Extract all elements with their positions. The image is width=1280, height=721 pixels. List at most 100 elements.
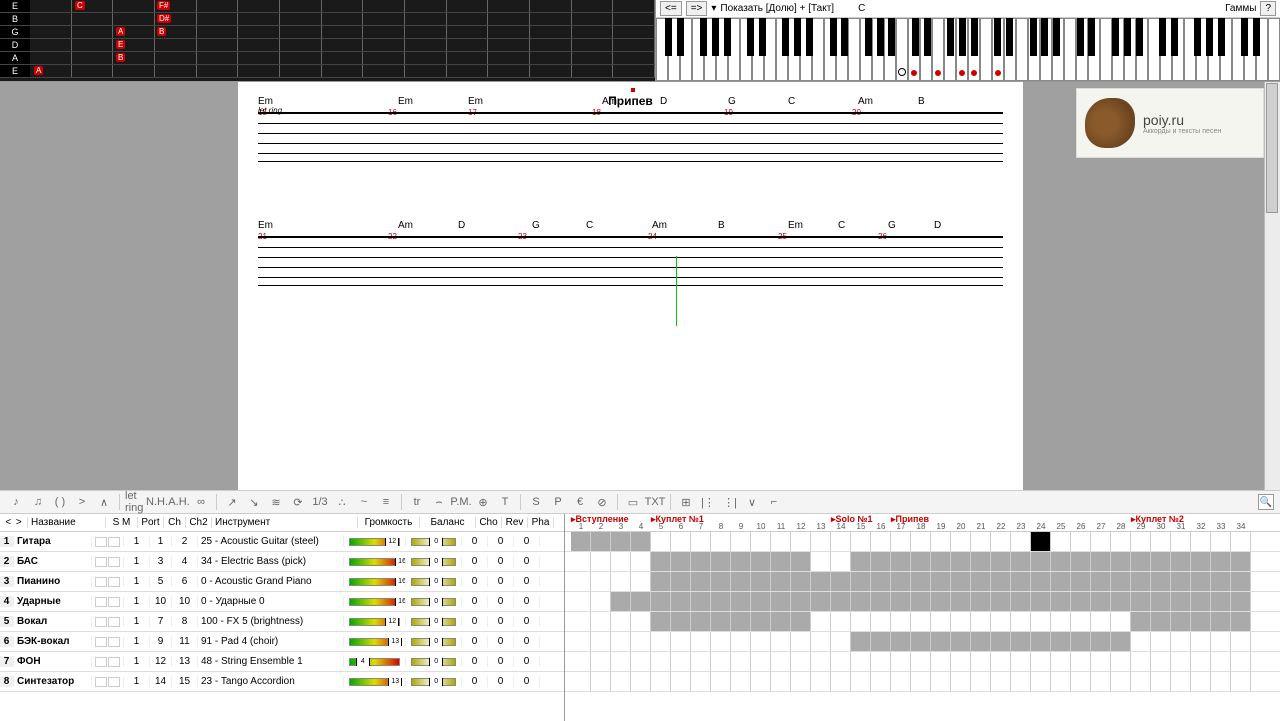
toolbar-button[interactable]: ↗ — [222, 493, 242, 511]
chord-label: Em — [398, 96, 413, 107]
fret-note: A — [116, 27, 125, 36]
logo-subtitle: Аккорды и тексты песен — [1143, 128, 1221, 135]
chord-label: G — [532, 220, 540, 231]
track-row[interactable]: 2БАС13434 - Electric Bass (pick)160000 — [0, 552, 564, 572]
toolbar-button[interactable]: |⋮ — [698, 493, 718, 511]
toolbar-button[interactable]: > — [72, 493, 92, 511]
track-row[interactable]: 7ФОН1121348 - String Ensemble 140000 — [0, 652, 564, 672]
toolbar-button[interactable]: ⟳ — [288, 493, 308, 511]
chord-label: D — [458, 220, 465, 231]
col-pha: Pha — [528, 517, 554, 528]
toolbar-button[interactable]: ≋ — [266, 493, 286, 511]
piano-prev-button[interactable]: <= — [660, 1, 682, 16]
col-balance: Баланс — [420, 517, 476, 528]
track-row[interactable]: 4Ударные110100 - Ударные 0160000 — [0, 592, 564, 612]
chord-label: Em — [258, 220, 273, 231]
chord-label: C — [586, 220, 593, 231]
tab-staff[interactable] — [258, 112, 1003, 162]
timeline-row[interactable] — [565, 672, 1280, 692]
zoom-icon[interactable]: 🔍 — [1258, 494, 1274, 510]
chord-label: B — [918, 96, 925, 107]
track-row[interactable]: 8Синтезатор1141523 - Tango Accordion1300… — [0, 672, 564, 692]
section-title: Припев — [258, 94, 1003, 108]
toolbar-button[interactable]: ∴ — [332, 493, 352, 511]
toolbar-button[interactable]: ▭ — [623, 493, 643, 511]
piano-keyboard[interactable] — [656, 18, 1280, 81]
toolbar-button[interactable]: ~ — [354, 493, 374, 511]
notation-toolbar: ♪♫( )>∧ let ringN.H.A.H.∞ ↗↘≋⟳1/3∴~≡ tr⌢P.M… — [0, 490, 1280, 514]
piano-scales-label[interactable]: Гаммы — [1225, 3, 1256, 14]
toolbar-button[interactable]: tr — [407, 493, 427, 511]
timeline-row[interactable] — [565, 532, 1280, 552]
timeline-row[interactable] — [565, 612, 1280, 632]
col-cho: Cho — [476, 517, 502, 528]
vertical-scrollbar[interactable] — [1264, 82, 1280, 490]
chord-label: G — [728, 96, 736, 107]
piano-root-note: C — [858, 3, 865, 14]
toolbar-button[interactable]: ♪ — [6, 493, 26, 511]
timeline-row[interactable] — [565, 652, 1280, 672]
toolbar-button[interactable]: € — [570, 493, 590, 511]
toolbar-button[interactable]: N.H. — [147, 493, 167, 511]
toolbar-button[interactable]: let ring — [125, 493, 145, 511]
chord-label: B — [718, 220, 725, 231]
col-ch: Ch — [164, 517, 186, 528]
tab-staff[interactable] — [258, 236, 1003, 286]
toolbar-button[interactable]: ≡ — [376, 493, 396, 511]
toolbar-button[interactable]: ⌐ — [764, 493, 784, 511]
piano-next-button[interactable]: => — [686, 1, 708, 16]
track-row[interactable]: 5Вокал178100 - FX 5 (brightness)120000 — [0, 612, 564, 632]
toolbar-button[interactable]: ⊕ — [473, 493, 493, 511]
col-instrument: Инструмент — [212, 517, 358, 528]
toolbar-button[interactable]: ♫ — [28, 493, 48, 511]
track-row[interactable]: 3Пианино1560 - Acoustic Grand Piano16000… — [0, 572, 564, 592]
track-row[interactable]: 6БЭК-вокал191191 - Pad 4 (choir)130000 — [0, 632, 564, 652]
chord-label: Am — [398, 220, 413, 231]
toolbar-button[interactable]: ∨ — [742, 493, 762, 511]
chord-label: Em — [788, 220, 803, 231]
toolbar-button[interactable]: T — [495, 493, 515, 511]
fret-note: F# — [157, 1, 170, 10]
fret-note: B — [116, 53, 125, 62]
chord-label: Am — [858, 96, 873, 107]
toolbar-button[interactable]: P — [548, 493, 568, 511]
toolbar-button[interactable]: ∞ — [191, 493, 211, 511]
toolbar-button[interactable]: ↘ — [244, 493, 264, 511]
track-prev-button[interactable]: < — [3, 517, 14, 528]
chord-label: D — [660, 96, 667, 107]
guitar-fretboard[interactable]: EBGDAECF#D#ABEBA — [0, 0, 655, 81]
toolbar-button[interactable]: S — [526, 493, 546, 511]
dropdown-icon[interactable]: ▾ — [711, 3, 716, 14]
toolbar-button[interactable]: ( ) — [50, 493, 70, 511]
help-icon[interactable]: ? — [1260, 1, 1276, 16]
chord-label: Am — [602, 96, 617, 107]
let-ring-label: let ring — [258, 106, 282, 115]
toolbar-button[interactable]: ⊞ — [676, 493, 696, 511]
timeline-row[interactable] — [565, 552, 1280, 572]
toolbar-button[interactable]: ∧ — [94, 493, 114, 511]
logo-title: poiy.ru — [1143, 112, 1221, 128]
track-next-button[interactable]: > — [14, 517, 25, 528]
toolbar-button[interactable]: A.H. — [169, 493, 189, 511]
tab-notation-page: Припев EmEmEmAmDGCAmB151617181920let rin… — [238, 82, 1023, 490]
col-volume: Громкость — [358, 517, 420, 528]
fret-note: B — [157, 27, 166, 36]
col-rev: Rev — [502, 517, 528, 528]
guitar-icon — [1085, 98, 1135, 148]
timeline-row[interactable] — [565, 632, 1280, 652]
timeline-row[interactable] — [565, 592, 1280, 612]
col-name: Название — [28, 517, 106, 528]
col-ch2: Ch2 — [186, 517, 212, 528]
toolbar-button[interactable]: ⌢ — [429, 493, 449, 511]
toolbar-button[interactable]: P.M. — [451, 493, 471, 511]
toolbar-button[interactable]: ⊘ — [592, 493, 612, 511]
track-header: <> Название S M Port Ch Ch2 Инструмент Г… — [0, 514, 564, 532]
track-row[interactable]: 1Гитара11225 - Acoustic Guitar (steel)12… — [0, 532, 564, 552]
timeline-row[interactable] — [565, 572, 1280, 592]
fret-note: A — [34, 66, 43, 75]
toolbar-button[interactable]: ⋮| — [720, 493, 740, 511]
col-sm: S M — [106, 517, 138, 528]
toolbar-button[interactable]: TXT — [645, 493, 665, 511]
piano-show-label: Показать [Долю] + [Такт] — [720, 3, 834, 14]
toolbar-button[interactable]: 1/3 — [310, 493, 330, 511]
